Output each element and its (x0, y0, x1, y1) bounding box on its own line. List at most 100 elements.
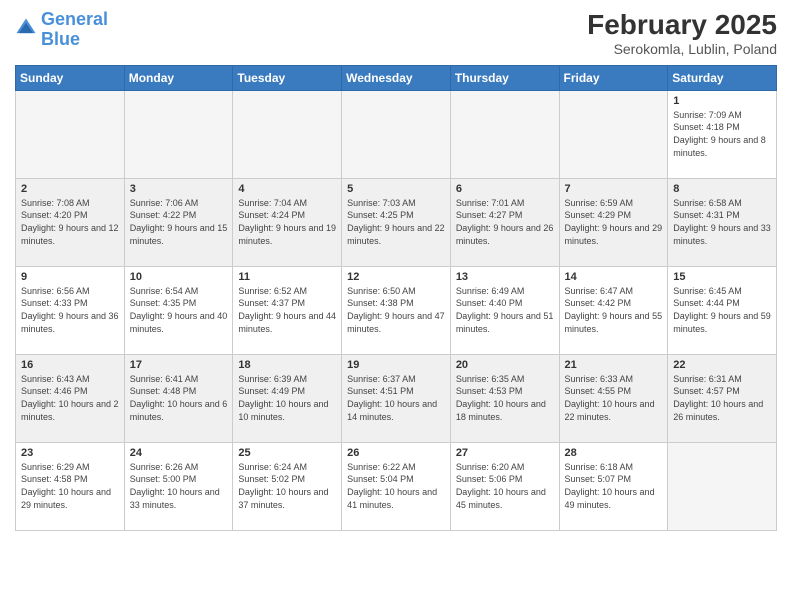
day-info: Sunrise: 6:41 AM Sunset: 4:48 PM Dayligh… (130, 373, 228, 423)
day-number: 11 (238, 271, 336, 283)
calendar-cell: 3 Sunrise: 7:06 AM Sunset: 4:22 PM Daylig… (124, 178, 233, 266)
day-info: Sunrise: 6:49 AM Sunset: 4:40 PM Dayligh… (456, 285, 554, 335)
day-info: Sunrise: 6:50 AM Sunset: 4:38 PM Dayligh… (347, 285, 445, 335)
calendar-cell: 17 Sunrise: 6:41 AM Sunset: 4:48 PM Dayli… (124, 354, 233, 442)
page: General Blue February 2025 Serokomla, Lu… (0, 0, 792, 612)
day-number: 28 (565, 447, 663, 459)
calendar-cell: 25 Sunrise: 6:24 AM Sunset: 5:02 PM Dayli… (233, 442, 342, 530)
day-info: Sunrise: 7:06 AM Sunset: 4:22 PM Dayligh… (130, 197, 228, 247)
calendar-table: Sunday Monday Tuesday Wednesday Thursday… (15, 65, 777, 531)
day-info: Sunrise: 7:08 AM Sunset: 4:20 PM Dayligh… (21, 197, 119, 247)
calendar-cell: 24Sunrise: 6:26 AM Sunset: 5:00 PM Dayli… (124, 442, 233, 530)
day-number: 15 (673, 271, 771, 283)
logo: General Blue (15, 10, 108, 50)
day-info: Sunrise: 6:39 AM Sunset: 4:49 PM Dayligh… (238, 373, 336, 423)
day-info: Sunrise: 6:22 AM Sunset: 5:04 PM Dayligh… (347, 461, 445, 511)
day-info: Sunrise: 6:18 AM Sunset: 5:07 PM Dayligh… (565, 461, 663, 511)
calendar-cell: 10 Sunrise: 6:54 AM Sunset: 4:35 PM Dayli… (124, 266, 233, 354)
calendar-cell: 15 Sunrise: 6:45 AM Sunset: 4:44 PM Dayli… (668, 266, 777, 354)
col-friday: Friday (559, 65, 668, 90)
calendar-cell (668, 442, 777, 530)
col-monday: Monday (124, 65, 233, 90)
calendar-cell (124, 90, 233, 178)
day-number: 20 (456, 359, 554, 371)
day-number: 5 (347, 183, 445, 195)
calendar-cell: 14 Sunrise: 6:47 AM Sunset: 4:42 PM Dayli… (559, 266, 668, 354)
calendar-cell: 20 Sunrise: 6:35 AM Sunset: 4:53 PM Dayli… (450, 354, 559, 442)
calendar-cell (559, 90, 668, 178)
calendar-cell: 19Sunrise: 6:37 AM Sunset: 4:51 PM Dayli… (342, 354, 451, 442)
day-number: 16 (21, 359, 119, 371)
calendar-week-row: 16 Sunrise: 6:43 AM Sunset: 4:46 PM Dayli… (16, 354, 777, 442)
day-info: Sunrise: 6:33 AM Sunset: 4:55 PM Dayligh… (565, 373, 663, 423)
day-number: 18 (238, 359, 336, 371)
day-info: Sunrise: 7:03 AM Sunset: 4:25 PM Dayligh… (347, 197, 445, 247)
logo-line1: General (41, 9, 108, 29)
calendar-cell: 13 Sunrise: 6:49 AM Sunset: 4:40 PM Dayli… (450, 266, 559, 354)
day-info: Sunrise: 6:37 AM Sunset: 4:51 PM Dayligh… (347, 373, 445, 423)
calendar-cell: 28 Sunrise: 6:18 AM Sunset: 5:07 PM Dayli… (559, 442, 668, 530)
day-number: 1 (673, 95, 771, 107)
title-block: February 2025 Serokomla, Lublin, Poland (587, 10, 777, 57)
calendar-cell: 12 Sunrise: 6:50 AM Sunset: 4:38 PM Dayli… (342, 266, 451, 354)
day-info: Sunrise: 6:58 AM Sunset: 4:31 PM Dayligh… (673, 197, 771, 247)
calendar-week-row: 9 Sunrise: 6:56 AM Sunset: 4:33 PM Daylig… (16, 266, 777, 354)
day-number: 2 (21, 183, 119, 195)
calendar-cell: 7Sunrise: 6:59 AM Sunset: 4:29 PM Daylig… (559, 178, 668, 266)
calendar-week-row: 23Sunrise: 6:29 AM Sunset: 4:58 PM Dayli… (16, 442, 777, 530)
day-info: Sunrise: 6:56 AM Sunset: 4:33 PM Dayligh… (21, 285, 119, 335)
main-title: February 2025 (587, 10, 777, 41)
subtitle: Serokomla, Lublin, Poland (587, 41, 777, 57)
day-number: 27 (456, 447, 554, 459)
day-number: 12 (347, 271, 445, 283)
day-info: Sunrise: 6:47 AM Sunset: 4:42 PM Dayligh… (565, 285, 663, 335)
calendar-cell: 11 Sunrise: 6:52 AM Sunset: 4:37 PM Dayli… (233, 266, 342, 354)
day-number: 7 (565, 183, 663, 195)
day-number: 10 (130, 271, 228, 283)
day-info: Sunrise: 6:20 AM Sunset: 5:06 PM Dayligh… (456, 461, 554, 511)
day-number: 13 (456, 271, 554, 283)
logo-icon (15, 17, 37, 39)
day-info: Sunrise: 6:26 AM Sunset: 5:00 PM Dayligh… (130, 461, 228, 511)
day-number: 6 (456, 183, 554, 195)
day-info: Sunrise: 6:54 AM Sunset: 4:35 PM Dayligh… (130, 285, 228, 335)
day-number: 23 (21, 447, 119, 459)
day-info: Sunrise: 7:01 AM Sunset: 4:27 PM Dayligh… (456, 197, 554, 247)
calendar-cell (342, 90, 451, 178)
day-info: Sunrise: 7:04 AM Sunset: 4:24 PM Dayligh… (238, 197, 336, 247)
calendar-cell: 22Sunrise: 6:31 AM Sunset: 4:57 PM Dayli… (668, 354, 777, 442)
day-number: 25 (238, 447, 336, 459)
col-saturday: Saturday (668, 65, 777, 90)
calendar-cell: 6 Sunrise: 7:01 AM Sunset: 4:27 PM Daylig… (450, 178, 559, 266)
calendar-header-row: Sunday Monday Tuesday Wednesday Thursday… (16, 65, 777, 90)
day-number: 17 (130, 359, 228, 371)
calendar-cell (450, 90, 559, 178)
logo-line2: Blue (41, 29, 80, 49)
col-sunday: Sunday (16, 65, 125, 90)
calendar-cell: 26 Sunrise: 6:22 AM Sunset: 5:04 PM Dayli… (342, 442, 451, 530)
col-thursday: Thursday (450, 65, 559, 90)
calendar-cell: 27 Sunrise: 6:20 AM Sunset: 5:06 PM Dayli… (450, 442, 559, 530)
calendar-cell: 16 Sunrise: 6:43 AM Sunset: 4:46 PM Dayli… (16, 354, 125, 442)
calendar-cell: 5 Sunrise: 7:03 AM Sunset: 4:25 PM Daylig… (342, 178, 451, 266)
calendar-cell: 1Sunrise: 7:09 AM Sunset: 4:18 PM Daylig… (668, 90, 777, 178)
calendar-cell: 18 Sunrise: 6:39 AM Sunset: 4:49 PM Dayli… (233, 354, 342, 442)
logo-text: General Blue (41, 10, 108, 50)
calendar-cell: 4Sunrise: 7:04 AM Sunset: 4:24 PM Daylig… (233, 178, 342, 266)
day-info: Sunrise: 6:52 AM Sunset: 4:37 PM Dayligh… (238, 285, 336, 335)
day-number: 3 (130, 183, 228, 195)
day-info: Sunrise: 6:24 AM Sunset: 5:02 PM Dayligh… (238, 461, 336, 511)
calendar-cell (16, 90, 125, 178)
day-info: Sunrise: 6:43 AM Sunset: 4:46 PM Dayligh… (21, 373, 119, 423)
calendar-cell: 2 Sunrise: 7:08 AM Sunset: 4:20 PM Daylig… (16, 178, 125, 266)
header: General Blue February 2025 Serokomla, Lu… (15, 10, 777, 57)
day-info: Sunrise: 6:45 AM Sunset: 4:44 PM Dayligh… (673, 285, 771, 335)
day-number: 9 (21, 271, 119, 283)
calendar-cell: 8Sunrise: 6:58 AM Sunset: 4:31 PM Daylig… (668, 178, 777, 266)
day-number: 26 (347, 447, 445, 459)
day-info: Sunrise: 6:35 AM Sunset: 4:53 PM Dayligh… (456, 373, 554, 423)
col-tuesday: Tuesday (233, 65, 342, 90)
calendar-cell (233, 90, 342, 178)
day-number: 14 (565, 271, 663, 283)
calendar-cell: 23Sunrise: 6:29 AM Sunset: 4:58 PM Dayli… (16, 442, 125, 530)
